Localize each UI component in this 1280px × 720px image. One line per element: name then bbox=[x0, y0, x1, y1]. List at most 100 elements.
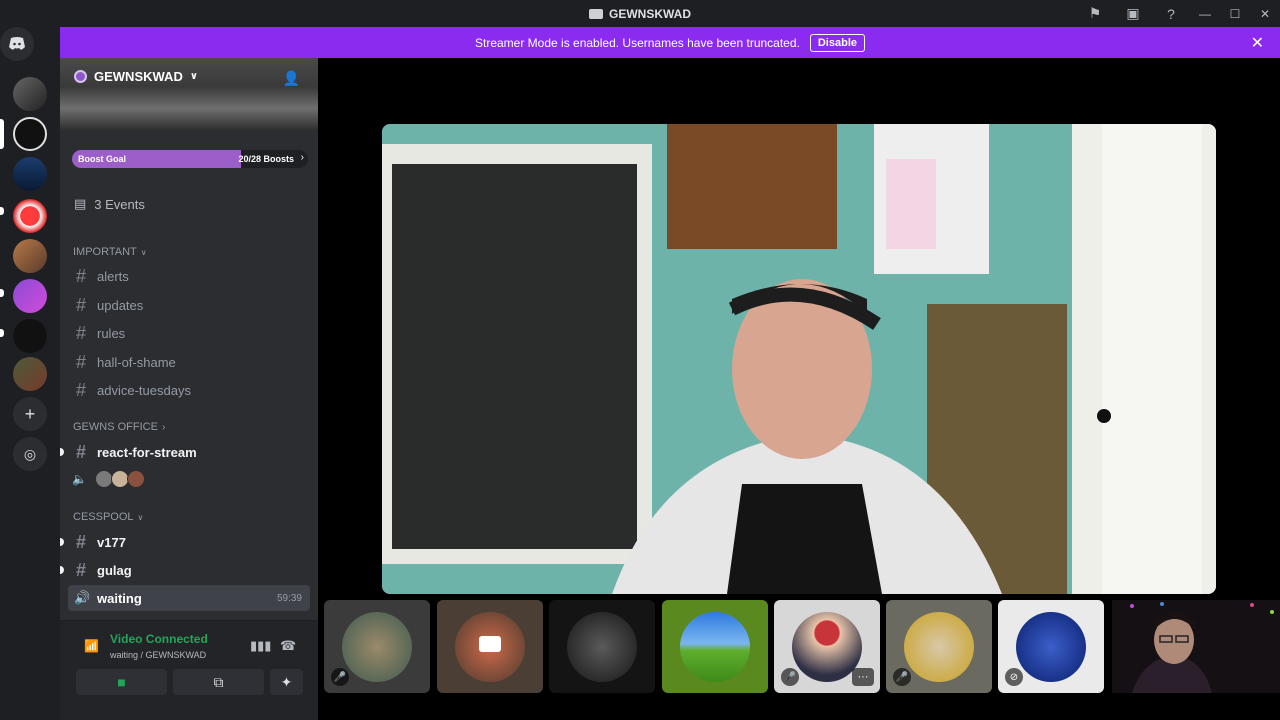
participant-tile[interactable] bbox=[549, 600, 655, 693]
category-important[interactable]: IMPORTANT ∨ bbox=[73, 246, 147, 258]
channel-rules[interactable]: # rules bbox=[68, 320, 310, 346]
boost-goal-label: Boost Goal bbox=[78, 154, 127, 164]
channel-hall-of-shame[interactable]: # hall-of-shame bbox=[68, 349, 310, 375]
boost-count: 20/28 Boosts bbox=[238, 154, 294, 164]
participant-tile[interactable] bbox=[437, 600, 543, 693]
server-icon[interactable] bbox=[13, 199, 47, 233]
channel-label: v177 bbox=[97, 534, 126, 550]
video-camera-icon bbox=[479, 636, 501, 652]
server-list: + ◎ bbox=[0, 27, 60, 720]
participant-tile[interactable]: 🎤 bbox=[886, 600, 992, 693]
channel-label: advice-tuesdays bbox=[97, 382, 191, 398]
boost-goal-bar[interactable]: Boost Goal 20/28 Boosts › bbox=[72, 150, 308, 168]
chevron-down-icon: ∨ bbox=[137, 512, 144, 522]
disable-button[interactable]: Disable bbox=[809, 33, 865, 52]
guild-name: GEWNSKWAD bbox=[94, 69, 183, 84]
deafened-icon: ⊘ bbox=[1005, 668, 1023, 686]
guild-header[interactable]: GEWNSKWAD ∨ 👤 bbox=[60, 58, 318, 130]
screen-share-button[interactable]: ⧉ bbox=[173, 669, 264, 695]
category-label: GEWNS OFFICE bbox=[73, 421, 158, 433]
participant-tile[interactable]: 🎤 ··· bbox=[774, 600, 880, 693]
inbox-icon[interactable]: ▣ bbox=[1114, 0, 1152, 27]
channel-label: gulag bbox=[97, 562, 132, 578]
hash-icon: # bbox=[75, 379, 86, 400]
unread-indicator bbox=[60, 538, 64, 546]
category-cesspool[interactable]: CESSPOOL ∨ bbox=[73, 511, 143, 523]
help-icon[interactable]: ? bbox=[1152, 0, 1190, 27]
app-logo-icon bbox=[589, 8, 603, 19]
channel-react-for-stream[interactable]: # react-for-stream bbox=[68, 439, 310, 465]
unread-pill bbox=[0, 289, 4, 297]
add-server-icon[interactable]: + bbox=[13, 397, 47, 431]
voice-location[interactable]: waiting / GEWNSKWAD bbox=[110, 650, 206, 660]
title-bar: GEWNSKWAD ⚑ ▣ ? — ☐ ✕ bbox=[0, 0, 1280, 27]
call-duration: 59:39 bbox=[276, 592, 302, 604]
mic-muted-icon: 🎤 bbox=[331, 668, 349, 686]
webcam-feed bbox=[1112, 600, 1280, 693]
discord-home-icon[interactable] bbox=[0, 27, 34, 61]
hash-icon: # bbox=[75, 322, 86, 343]
maximize-button[interactable]: ☐ bbox=[1220, 0, 1250, 27]
channel-updates[interactable]: # updates bbox=[68, 292, 310, 318]
hash-icon: # bbox=[75, 351, 86, 372]
hash-icon: # bbox=[75, 294, 86, 315]
more-options-icon[interactable]: ··· bbox=[852, 668, 874, 686]
discover-icon[interactable]: ◎ bbox=[13, 437, 47, 471]
channel-label: hall-of-shame bbox=[97, 354, 176, 370]
chevron-down-icon: ∨ bbox=[140, 247, 147, 257]
avatar bbox=[1016, 611, 1086, 682]
participant-tile[interactable]: 🎤 bbox=[324, 600, 430, 693]
unread-indicator bbox=[60, 448, 64, 456]
voice-status: Video Connected bbox=[110, 632, 208, 646]
hash-icon: # bbox=[75, 441, 86, 462]
channel-label: alerts bbox=[97, 268, 129, 284]
disconnect-icon[interactable]: ☎ bbox=[280, 638, 296, 654]
server-icon[interactable] bbox=[13, 157, 47, 191]
server-icon[interactable] bbox=[13, 77, 47, 111]
speaker-icon: 🔊 bbox=[74, 590, 91, 605]
speaker-icon: 🔈 bbox=[72, 472, 87, 486]
server-icon[interactable] bbox=[13, 239, 47, 273]
camera-button[interactable]: ■ bbox=[76, 669, 167, 695]
channel-gulag[interactable]: # gulag bbox=[68, 557, 310, 583]
chevron-right-icon: › bbox=[161, 421, 166, 433]
calendar-icon: ▤ bbox=[74, 196, 87, 211]
avatar[interactable] bbox=[126, 470, 145, 488]
video-camera-icon: ■ bbox=[117, 674, 126, 690]
channel-v177[interactable]: # v177 bbox=[68, 529, 310, 555]
minimize-button[interactable]: — bbox=[1190, 0, 1220, 27]
chevron-down-icon: ∨ bbox=[189, 71, 198, 82]
hash-icon: # bbox=[75, 559, 86, 580]
channel-label: waiting bbox=[97, 590, 142, 606]
category-gewns-office[interactable]: GEWNS OFFICE › bbox=[73, 421, 165, 433]
voice-participants: 🔈 bbox=[72, 470, 145, 488]
channel-sidebar: GEWNSKWAD ∨ 👤 Boost Goal 20/28 Boosts › … bbox=[60, 58, 318, 720]
events-link[interactable]: ▤ 3 Events bbox=[74, 196, 145, 212]
hash-icon: # bbox=[75, 531, 86, 552]
signal-icon[interactable]: 📶 bbox=[84, 639, 99, 653]
server-icon[interactable] bbox=[13, 357, 47, 391]
channel-label: updates bbox=[97, 297, 144, 313]
activities-button[interactable]: ✦ bbox=[270, 669, 303, 695]
close-window-button[interactable]: ✕ bbox=[1250, 0, 1280, 27]
invite-user-icon[interactable]: 👤 bbox=[283, 70, 300, 87]
participant-tile[interactable]: ⊘ bbox=[998, 600, 1104, 693]
main-video-stage[interactable] bbox=[382, 124, 1216, 594]
streamer-mode-banner: Streamer Mode is enabled. Usernames have… bbox=[60, 27, 1280, 58]
participant-tile[interactable] bbox=[662, 600, 768, 693]
server-icon-gewnskwad[interactable] bbox=[13, 117, 47, 151]
server-icon[interactable] bbox=[13, 319, 47, 353]
active-server-pill bbox=[0, 119, 4, 149]
voice-channel-waiting[interactable]: 🔊 waiting 59:39 bbox=[68, 585, 310, 611]
avatar bbox=[680, 611, 750, 682]
window-title: GEWNSKWAD bbox=[589, 7, 691, 21]
chevron-right-icon: › bbox=[300, 152, 304, 163]
server-icon[interactable] bbox=[13, 279, 47, 313]
channel-advice-tuesdays[interactable]: # advice-tuesdays bbox=[68, 377, 310, 403]
avatar bbox=[567, 611, 637, 682]
category-label: IMPORTANT bbox=[73, 246, 137, 258]
flag-icon[interactable]: ⚑ bbox=[1076, 0, 1114, 27]
close-icon[interactable]: ✕ bbox=[1251, 33, 1264, 53]
channel-alerts[interactable]: # alerts bbox=[68, 263, 310, 289]
noise-suppression-icon[interactable]: ▮▮▮ bbox=[250, 638, 271, 654]
